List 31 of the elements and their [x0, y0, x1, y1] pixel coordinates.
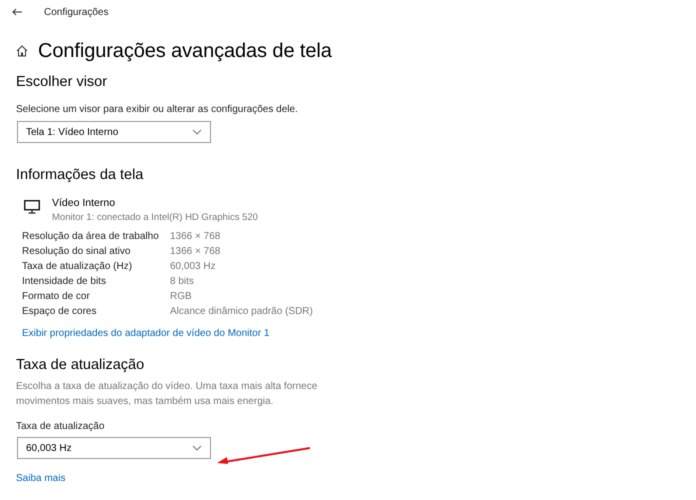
info-value: RGB	[170, 291, 193, 302]
info-label: Taxa de atualização (Hz)	[22, 261, 134, 272]
home-icon[interactable]	[16, 45, 28, 57]
monitor-icon	[24, 200, 40, 214]
info-value: 1366 × 768	[170, 231, 222, 242]
page-title: Configurações avançadas de tela	[38, 40, 332, 62]
info-label: Formato de cor	[22, 291, 91, 302]
chevron-down-icon	[192, 129, 202, 135]
info-value: 1366 × 768	[170, 246, 222, 257]
info-value: 60,003 Hz	[170, 261, 217, 272]
display-dropdown[interactable]: Tela 1: Vídeo Interno	[17, 121, 211, 143]
section-description: Selecione um visor para exibir ou alterar as configurações dele.	[16, 103, 299, 117]
monitor-subtitle: Monitor 1: conectado a Intel(R) HD Graphics 520	[52, 212, 258, 223]
section-heading: Taxa de atualização	[16, 357, 146, 373]
info-label: Resolução da área de trabalho	[22, 231, 160, 242]
window-title: Configurações	[44, 6, 108, 18]
learn-more-link[interactable]: Saiba mais	[16, 473, 66, 484]
section-heading: Informações da tela	[16, 167, 144, 183]
chevron-down-icon	[192, 445, 202, 451]
section-description: Escolha a taxa de atualização do vídeo. Uma taxa mais alta fornece movimentos mais suaves, mas também usa mais energia.	[16, 380, 318, 409]
back-arrow-icon[interactable]	[12, 8, 22, 16]
info-value: 8 bits	[170, 276, 195, 287]
info-label: Intensidade de bits	[22, 276, 107, 287]
adapter-properties-link[interactable]: Exibir propriedades do adaptador de vídeo do Monitor 1	[22, 328, 270, 339]
refresh-rate-dropdown[interactable]: 60,003 Hz	[17, 437, 211, 459]
info-label: Espaço de cores	[22, 306, 98, 317]
info-value: Alcance dinâmico padrão (SDR)	[170, 306, 314, 317]
monitor-name: Vídeo Interno	[52, 197, 116, 209]
section-heading: Escolher visor	[16, 74, 108, 90]
field-label: Taxa de atualização	[16, 421, 106, 432]
info-label: Resolução do sinal ativo	[22, 246, 132, 257]
